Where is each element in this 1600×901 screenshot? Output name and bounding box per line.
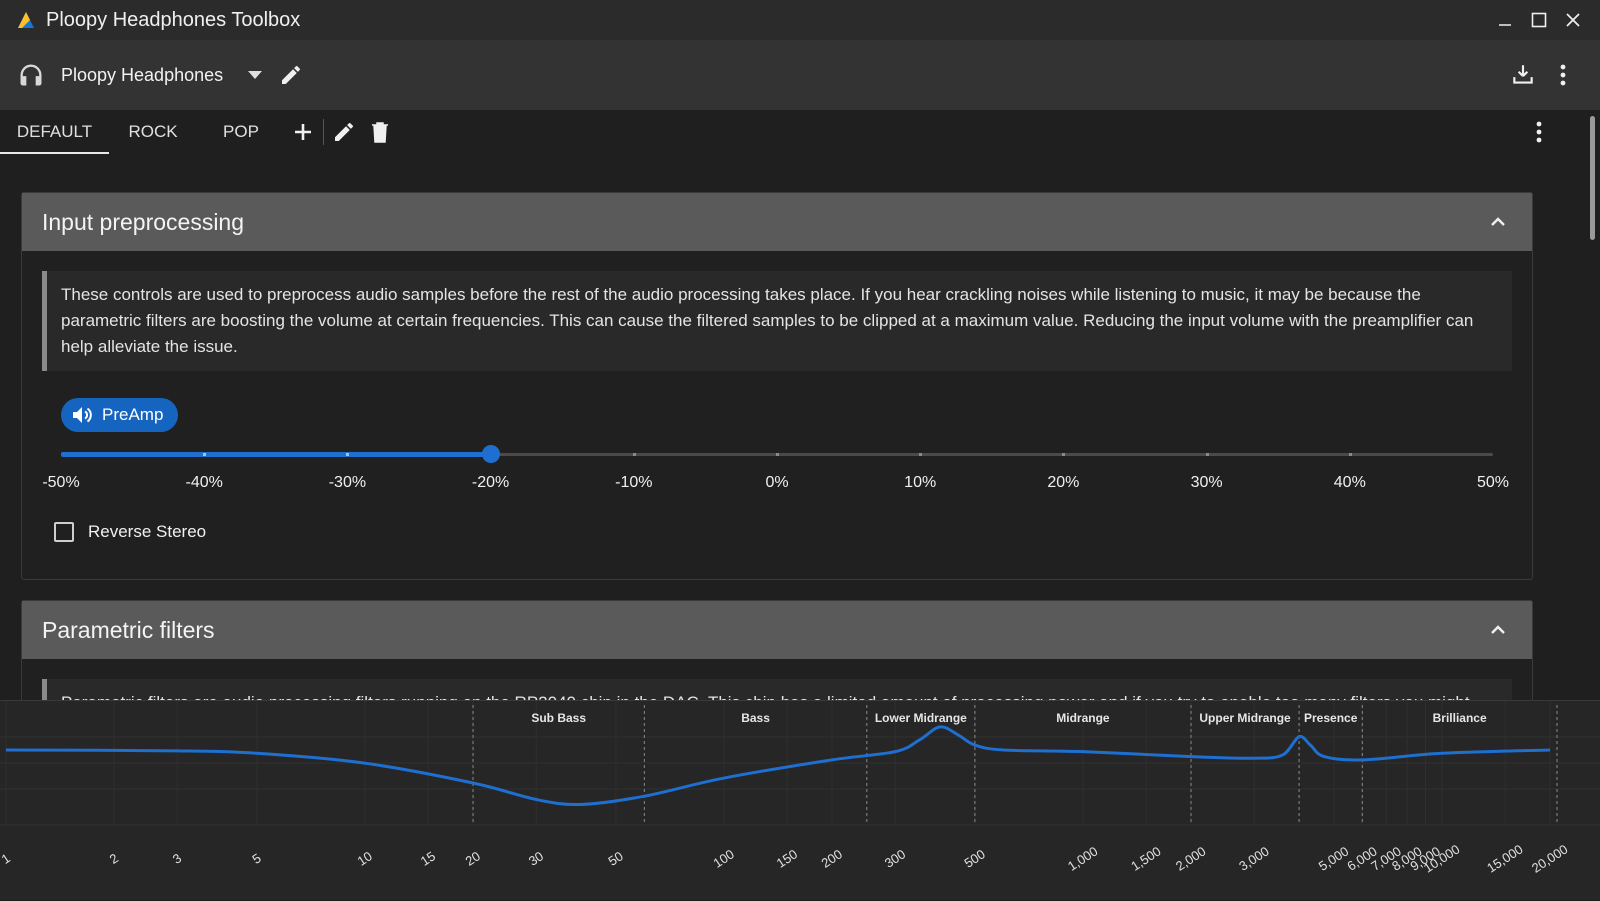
slider-tick <box>1348 453 1352 456</box>
band-label: Brilliance <box>1433 711 1487 725</box>
slider-tick <box>346 453 350 456</box>
frequency-tick-label: 500 <box>961 846 987 870</box>
window-title: Ploopy Headphones Toolbox <box>46 8 301 31</box>
response-curve <box>5 725 1551 807</box>
slider-tick-label: 30% <box>1190 474 1223 491</box>
frequency-tick-label: 5 <box>250 850 264 867</box>
frequency-tick-label: 200 <box>819 846 845 870</box>
reverse-stereo-row[interactable]: Reverse Stereo <box>54 522 206 542</box>
divider <box>323 119 324 145</box>
chevron-up-icon[interactable] <box>1486 618 1510 642</box>
slider-tick-label: -30% <box>328 474 367 491</box>
band-label: Midrange <box>1056 711 1110 725</box>
frequency-tick-label: 2,000 <box>1173 843 1208 873</box>
device-name: Ploopy Headphones <box>61 64 224 85</box>
slider-tick-label: 50% <box>1476 474 1510 491</box>
headphones-icon <box>17 61 45 89</box>
chevron-up-icon[interactable] <box>1486 210 1510 234</box>
slider-tick-label: -20% <box>471 474 510 491</box>
slider-tick-label: 20% <box>1047 474 1080 491</box>
band-label: Upper Midrange <box>1199 711 1291 725</box>
slider-tick <box>1062 453 1066 456</box>
volume-icon <box>72 404 94 426</box>
more-vert-icon[interactable] <box>1546 58 1580 92</box>
band-label: Lower Midrange <box>875 711 967 725</box>
tab-pop[interactable]: POP <box>197 110 285 154</box>
slider-thumb[interactable] <box>481 445 500 463</box>
tabs-more-vert-icon[interactable] <box>1521 114 1557 150</box>
preamp-label: PreAmp <box>102 405 164 424</box>
title-bar: Ploopy Headphones Toolbox <box>0 0 1600 40</box>
input-preprocessing-header[interactable]: Input preprocessing <box>22 193 1532 251</box>
preset-tabs: DEFAULT ROCK POP <box>0 110 1585 154</box>
slider-tick-label: 40% <box>1333 474 1366 491</box>
frequency-response-graph: Sub Bass Bass Lower Midrange Midrange Upper … <box>0 700 1600 900</box>
panel-title: Parametric filters <box>42 616 215 643</box>
parametric-filters-header[interactable]: Parametric filters <box>22 601 1532 659</box>
close-icon[interactable] <box>1556 0 1590 40</box>
frequency-tick-label: 1,000 <box>1065 843 1100 873</box>
scrollbar-thumb[interactable] <box>1590 116 1595 240</box>
tab-rock[interactable]: ROCK <box>109 110 197 154</box>
delete-preset-icon[interactable] <box>362 114 398 150</box>
main-content: DEFAULT ROCK POP Input preprocessing The… <box>0 110 1585 700</box>
frequency-tick-label: 30 <box>526 848 546 868</box>
slider-tick <box>776 453 779 456</box>
scrollbar[interactable] <box>1585 110 1600 700</box>
edit-device-icon[interactable] <box>277 61 305 89</box>
download-icon[interactable] <box>1506 58 1540 92</box>
slider-tick-label: -50% <box>42 474 80 491</box>
reverse-stereo-label: Reverse Stereo <box>88 522 207 541</box>
slider-tick-label: 10% <box>904 474 937 491</box>
band-label: Presence <box>1304 711 1358 725</box>
slider-tick-label: 0% <box>765 474 789 491</box>
reverse-stereo-checkbox[interactable] <box>54 522 74 542</box>
maximize-icon[interactable] <box>1522 0 1556 40</box>
slider-tick-labels: -50% -40% -30% -20% -10% 0% 10% 20% 30% 40% 50% <box>42 474 1509 496</box>
frequency-response-svg: Sub Bass Bass Lower Midrange Midrange Upper … <box>0 701 1600 876</box>
parametric-filters-description: Parametric filters are audio processing … <box>42 679 1512 700</box>
input-preprocessing-panel: Input preprocessing These controls are u… <box>21 192 1533 580</box>
slider-tick <box>632 453 636 456</box>
device-toolbar: Ploopy Headphones <box>0 40 1600 110</box>
slider-tick <box>919 453 923 456</box>
slider-fill <box>61 452 491 457</box>
frequency-tick-label: 20 <box>463 848 483 868</box>
frequency-tick-label: 2 <box>107 850 121 867</box>
frequency-tick-label: 1 <box>0 850 13 867</box>
add-preset-icon[interactable] <box>285 114 321 150</box>
minimize-icon[interactable] <box>1488 0 1522 40</box>
frequency-tick-label: 3,000 <box>1236 843 1271 873</box>
frequency-tick-label: 10,000 <box>1421 841 1463 875</box>
frequency-tick-label: 5,000 <box>1316 843 1351 873</box>
panel-title: Input preprocessing <box>42 208 245 235</box>
parametric-filters-panel: Parametric filters Parametric filters ar… <box>21 600 1533 700</box>
frequency-tick-label: 1,500 <box>1128 843 1163 873</box>
tab-default[interactable]: DEFAULT <box>0 110 109 154</box>
slider-tick-label: -40% <box>185 474 223 491</box>
frequency-tick-label: 20,000 <box>1529 841 1571 875</box>
preamp-slider[interactable] <box>61 443 1493 465</box>
frequency-tick-label: 15,000 <box>1484 841 1526 875</box>
frequency-tick-label: 15 <box>418 848 438 868</box>
frequency-tick-label: 10 <box>355 848 375 868</box>
frequency-tick-label: 300 <box>882 846 908 870</box>
frequency-tick-label: 3 <box>170 850 184 867</box>
chevron-down-icon[interactable] <box>243 63 267 87</box>
app-logo-icon <box>16 10 36 30</box>
slider-tick-label: -10% <box>615 474 653 491</box>
band-label: Bass <box>741 711 770 725</box>
edit-preset-icon[interactable] <box>326 114 362 150</box>
preprocessing-description: These controls are used to preprocess au… <box>42 271 1512 371</box>
band-label: Sub Bass <box>531 711 586 725</box>
slider-tick <box>203 453 207 456</box>
preamp-chip: PreAmp <box>61 398 179 432</box>
frequency-tick-label: 150 <box>774 846 800 870</box>
frequency-tick-label: 100 <box>711 846 737 870</box>
frequency-tick-label: 50 <box>605 848 625 868</box>
slider-tick <box>1205 453 1209 456</box>
